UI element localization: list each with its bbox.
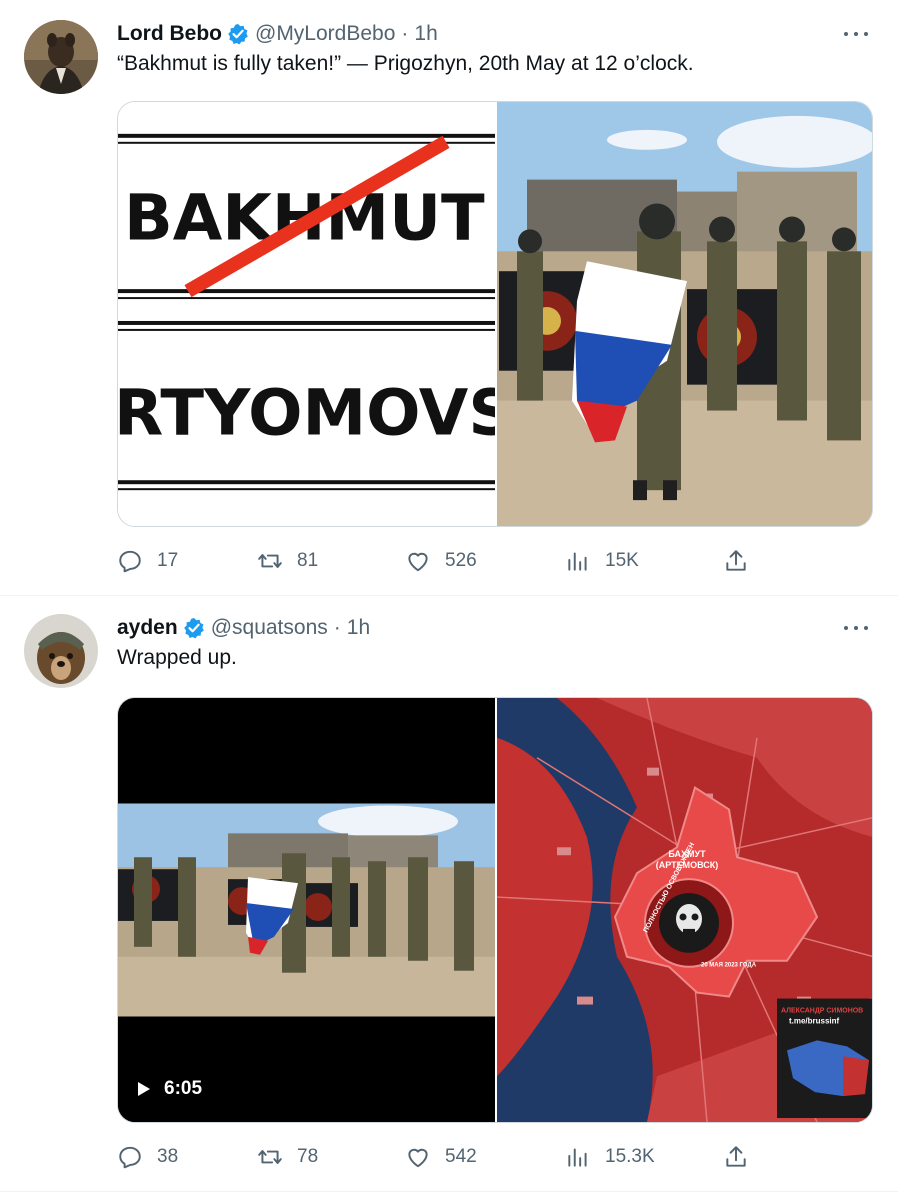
user-handle[interactable]: @MyLordBebo	[255, 22, 395, 46]
reply-icon	[119, 1146, 141, 1169]
tweet-header: ayden @squatsons · 1h	[117, 614, 370, 642]
more-icon[interactable]	[842, 616, 870, 640]
play-icon[interactable]	[138, 1082, 150, 1096]
like-button[interactable]: 526	[405, 546, 477, 576]
verified-badge-icon	[183, 618, 204, 639]
reply-button[interactable]: 38	[117, 1142, 178, 1172]
reply-icon	[119, 550, 141, 573]
views-icon	[568, 1148, 587, 1167]
reply-button[interactable]: 17	[117, 546, 178, 576]
share-icon	[726, 550, 746, 571]
like-icon	[408, 552, 428, 572]
tweet-media[interactable]: BAKHMUT RTYOMOVS	[117, 101, 873, 527]
views-count: 15.3K	[605, 1146, 655, 1167]
map-link-label: t.me/brussinf	[789, 1016, 839, 1025]
more-icon[interactable]	[842, 22, 870, 46]
views-button[interactable]: 15K	[565, 546, 639, 576]
retweet-button[interactable]: 81	[257, 546, 318, 576]
retweet-count: 81	[297, 550, 319, 571]
map-date-label: 20 МАЯ 2023 ГОДА	[701, 963, 757, 969]
retweet-button[interactable]: 78	[257, 1142, 318, 1172]
timeline-feed: Lord Bebo @MyLordBebo · 1h “Bakhmut is f…	[0, 0, 898, 1200]
timestamp[interactable]: 1h	[414, 22, 437, 46]
like-count: 542	[445, 1146, 477, 1167]
reply-count: 17	[157, 550, 179, 571]
retweet-icon	[258, 1150, 282, 1164]
tweet-actions: 38 78 542 15.3K	[117, 1142, 777, 1172]
tweet-header: Lord Bebo @MyLordBebo · 1h	[117, 20, 438, 48]
media-video[interactable]: 6:05	[118, 698, 495, 1122]
display-name[interactable]: ayden	[117, 616, 178, 640]
tweet[interactable]: ayden @squatsons · 1h Wrapped up. 6:05 Б…	[0, 596, 898, 1192]
share-button[interactable]	[723, 546, 749, 576]
media-image-sign[interactable]: BAKHMUT RTYOMOVS	[118, 102, 495, 526]
media-image-photo[interactable]	[497, 102, 872, 526]
tweet-media[interactable]: 6:05 БАХМУТ (АРТЕМОВСК) ПОЛНОСТЬЮ ОСВОБО…	[117, 697, 873, 1123]
video-duration: 6:05	[138, 1078, 202, 1100]
reply-count: 38	[157, 1146, 179, 1167]
sign-bottom-text: RTYOMOVS	[118, 377, 495, 451]
tweet-text: “Bakhmut is fully taken!” — Prigozhyn, 2…	[117, 52, 694, 75]
media-image-map[interactable]: БАХМУТ (АРТЕМОВСК) ПОЛНОСТЬЮ ОСВОБОЖДЕН …	[497, 698, 872, 1122]
avatar[interactable]	[24, 20, 98, 94]
user-handle[interactable]: @squatsons	[211, 616, 328, 640]
like-icon	[408, 1148, 428, 1168]
video-duration-label: 6:05	[164, 1078, 203, 1099]
views-icon	[568, 552, 587, 571]
avatar[interactable]	[24, 614, 98, 688]
views-count: 15K	[605, 550, 639, 571]
retweet-icon	[258, 554, 282, 568]
views-button[interactable]: 15.3K	[565, 1142, 655, 1172]
tweet[interactable]: Lord Bebo @MyLordBebo · 1h “Bakhmut is f…	[0, 0, 898, 596]
separator-dot: ·	[401, 22, 409, 45]
display-name[interactable]: Lord Bebo	[117, 22, 222, 46]
tweet-actions: 17 81 526 15K	[117, 546, 777, 576]
like-button[interactable]: 542	[405, 1142, 477, 1172]
like-count: 526	[445, 550, 477, 571]
share-icon	[726, 1146, 746, 1167]
tweet-text: Wrapped up.	[117, 646, 237, 669]
separator-dot: ·	[333, 616, 341, 639]
verified-badge-icon	[228, 24, 248, 45]
map-credit-label: АЛЕКСАНДР СИМОНОВ	[781, 1008, 863, 1015]
retweet-count: 78	[297, 1146, 319, 1167]
timestamp[interactable]: 1h	[347, 616, 370, 640]
share-button[interactable]	[723, 1142, 749, 1172]
